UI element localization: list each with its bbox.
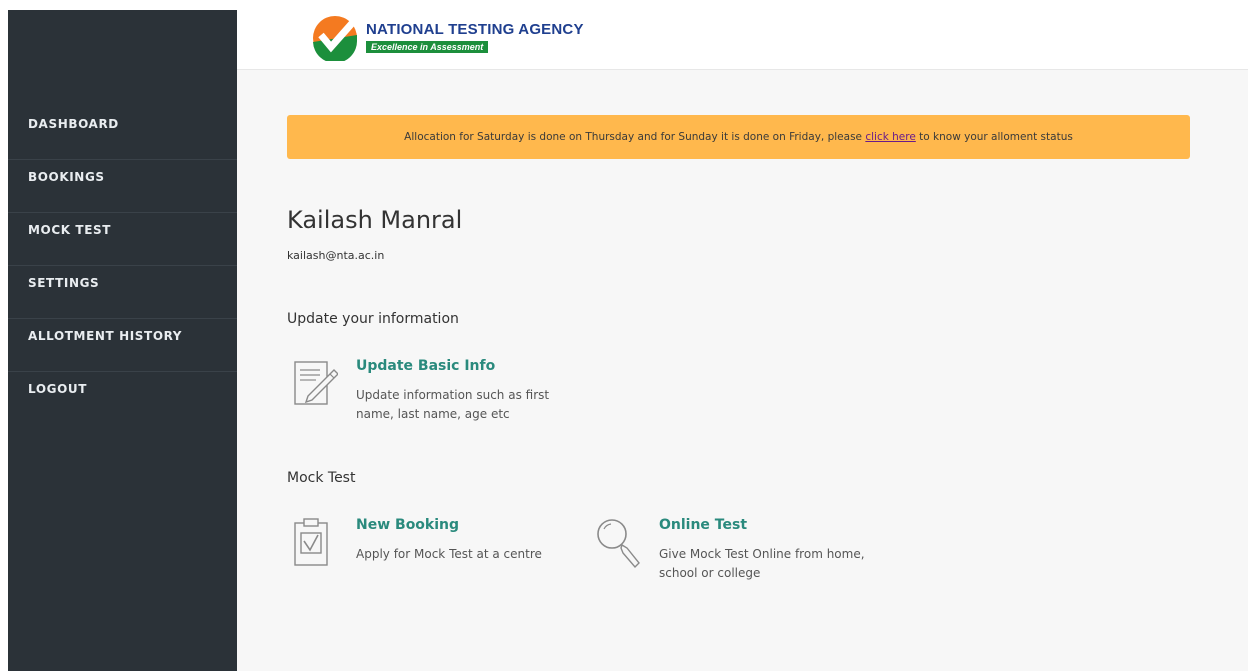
update-basic-info-desc: Update information such as first name, l… xyxy=(356,388,550,421)
online-test-desc: Give Mock Test Online from home, school … xyxy=(659,547,865,580)
logo-tagline: Excellence in Assessment xyxy=(366,41,489,53)
header: NATIONAL TESTING AGENCY Excellence in As… xyxy=(237,0,1248,70)
sidebar-item-settings[interactable]: SETTINGS xyxy=(8,266,237,319)
logo-title: NATIONAL TESTING AGENCY xyxy=(366,21,584,38)
nta-logo-icon xyxy=(313,16,358,61)
banner-text-after: to know your alloment status xyxy=(915,131,1073,143)
main-content: Allocation for Saturday is done on Thurs… xyxy=(237,70,1248,671)
banner-link[interactable]: click here xyxy=(865,131,915,143)
mock-test-section-title: Mock Test xyxy=(287,470,356,486)
sidebar-item-dashboard[interactable]: DASHBOARD xyxy=(8,107,237,160)
user-name: Kailash Manral xyxy=(287,206,463,234)
sidebar-item-mock-test[interactable]: MOCK TEST xyxy=(8,213,237,266)
user-email: kailash@nta.ac.in xyxy=(287,249,385,262)
sidebar-item-allotment-history[interactable]: ALLOTMENT HISTORY xyxy=(8,319,237,372)
banner-text-before: Allocation for Saturday is done on Thurs… xyxy=(404,131,866,143)
new-booking-card[interactable]: New Booking Apply for Mock Test at a cen… xyxy=(292,517,552,577)
edit-document-icon xyxy=(294,361,338,405)
online-test-link[interactable]: Online Test xyxy=(659,517,747,533)
nta-logo[interactable]: NATIONAL TESTING AGENCY Excellence in As… xyxy=(312,13,592,61)
update-basic-info-link[interactable]: Update Basic Info xyxy=(356,358,495,374)
sidebar-nav: DASHBOARD BOOKINGS MOCK TEST SETTINGS AL… xyxy=(8,107,237,425)
new-booking-desc: Apply for Mock Test at a centre xyxy=(356,547,542,561)
sidebar: DASHBOARD BOOKINGS MOCK TEST SETTINGS AL… xyxy=(8,10,237,671)
update-info-section-title: Update your information xyxy=(287,311,459,327)
sidebar-item-logout[interactable]: LOGOUT xyxy=(8,372,237,425)
magnifier-icon xyxy=(597,519,640,569)
clipboard-check-icon xyxy=(294,518,328,566)
sidebar-item-bookings[interactable]: BOOKINGS xyxy=(8,160,237,213)
online-test-card[interactable]: Online Test Give Mock Test Online from h… xyxy=(595,517,895,580)
update-basic-info-card[interactable]: Update Basic Info Update information suc… xyxy=(292,358,612,421)
new-booking-link[interactable]: New Booking xyxy=(356,517,459,533)
allocation-banner: Allocation for Saturday is done on Thurs… xyxy=(287,115,1190,159)
